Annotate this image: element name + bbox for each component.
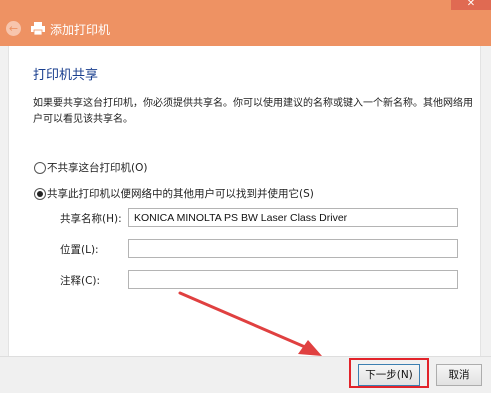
annotation-highlight-box	[349, 358, 429, 388]
cancel-button[interactable]: 取消	[436, 364, 482, 386]
annotation-arrow	[178, 291, 322, 356]
